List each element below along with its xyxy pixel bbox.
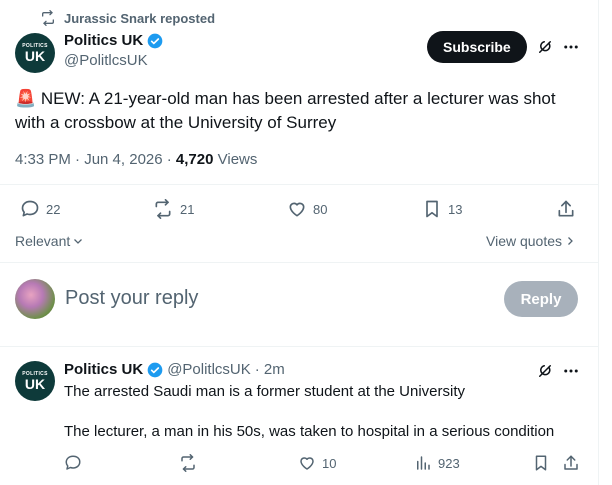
bookmark-icon xyxy=(422,199,442,219)
reply-button[interactable]: Reply xyxy=(504,281,578,317)
author-name: Politics UK xyxy=(64,32,144,49)
heart-icon xyxy=(287,199,307,219)
repost-icon xyxy=(40,10,56,26)
siren-emoji: 🚨 xyxy=(15,89,37,108)
reply-count: 22 xyxy=(46,201,61,217)
heart-icon xyxy=(298,454,316,472)
repost-action[interactable]: 21 xyxy=(152,199,194,219)
reply-text-line1: The arrested Saudi man is a former stude… xyxy=(64,383,466,400)
views-icon xyxy=(414,454,432,472)
repost-icon xyxy=(152,199,174,219)
views-label: Views xyxy=(213,151,258,168)
tweet-text: 🚨 NEW: A 21-year-old man has been arrest… xyxy=(15,87,575,135)
column-border xyxy=(598,0,599,485)
avatar[interactable]: POLITICS UK xyxy=(15,33,55,73)
reply-header: Politics UK @PolitlcsUK · 2m xyxy=(64,361,285,378)
bookmark-count: 13 xyxy=(448,201,463,217)
avatar-text-big: UK xyxy=(24,47,46,64)
repost-icon[interactable] xyxy=(178,454,198,472)
more-options-icon[interactable] xyxy=(562,362,580,380)
reply-like-count: 10 xyxy=(322,455,337,471)
views-count: 4,720 xyxy=(175,151,214,168)
bookmark-action[interactable]: 13 xyxy=(422,199,462,219)
sort-relevant[interactable]: Relevant xyxy=(15,233,84,249)
divider xyxy=(0,262,598,263)
bookmark-icon[interactable] xyxy=(532,454,550,472)
reply-action[interactable]: 22 xyxy=(20,199,60,219)
share-icon[interactable] xyxy=(556,199,576,219)
reply-avatar[interactable]: POLITICS UK xyxy=(15,361,55,401)
verified-badge-icon xyxy=(147,362,163,378)
verified-badge-icon xyxy=(147,33,163,49)
tweet-body: NEW: A 21-year-old man has been arrested… xyxy=(15,89,556,132)
repost-count: 21 xyxy=(180,201,195,217)
like-count: 80 xyxy=(313,201,328,217)
reply-icon[interactable] xyxy=(64,454,82,472)
subscribe-button[interactable]: Subscribe xyxy=(427,31,527,63)
reply-like-action[interactable]: 10 xyxy=(298,454,336,472)
grok-icon[interactable] xyxy=(536,362,554,380)
author-handle[interactable]: @PolitlcsUK xyxy=(64,52,148,69)
relevant-label: Relevant xyxy=(15,233,71,249)
reply-time[interactable]: · 2m xyxy=(255,361,285,378)
grok-icon[interactable] xyxy=(536,38,554,56)
reply-icon xyxy=(20,199,40,219)
divider xyxy=(0,346,598,347)
view-quotes-link[interactable]: View quotes xyxy=(486,233,576,249)
reply-input[interactable]: Post your reply xyxy=(65,287,198,310)
like-action[interactable]: 80 xyxy=(287,199,327,219)
chevron-down-icon xyxy=(72,235,84,247)
view-quotes-label: View quotes xyxy=(486,233,563,249)
repost-header[interactable]: Jurassic Snark reposted xyxy=(40,10,215,26)
more-options-icon[interactable] xyxy=(562,38,580,56)
reply-views-count: 923 xyxy=(438,455,460,471)
reply-views-action[interactable]: 923 xyxy=(414,454,460,472)
reply-text-line2: The lecturer, a man in his 50s, was take… xyxy=(64,423,555,440)
tweet-time[interactable]: 4:33 PM · Jun 4, 2026 · xyxy=(15,151,176,168)
chevron-right-icon xyxy=(564,235,576,247)
divider xyxy=(0,184,598,185)
reply-author-name[interactable]: Politics UK xyxy=(64,361,143,378)
avatar-text-big: UK xyxy=(24,375,46,392)
user-avatar[interactable] xyxy=(15,279,55,319)
author-name-row[interactable]: Politics UK xyxy=(64,32,163,49)
repost-label: Jurassic Snark reposted xyxy=(64,10,216,26)
share-icon[interactable] xyxy=(562,454,580,472)
tweet-meta: 4:33 PM · Jun 4, 2026 · 4,720 Views xyxy=(15,151,257,168)
reply-author-handle[interactable]: @PolitlcsUK xyxy=(167,361,251,378)
